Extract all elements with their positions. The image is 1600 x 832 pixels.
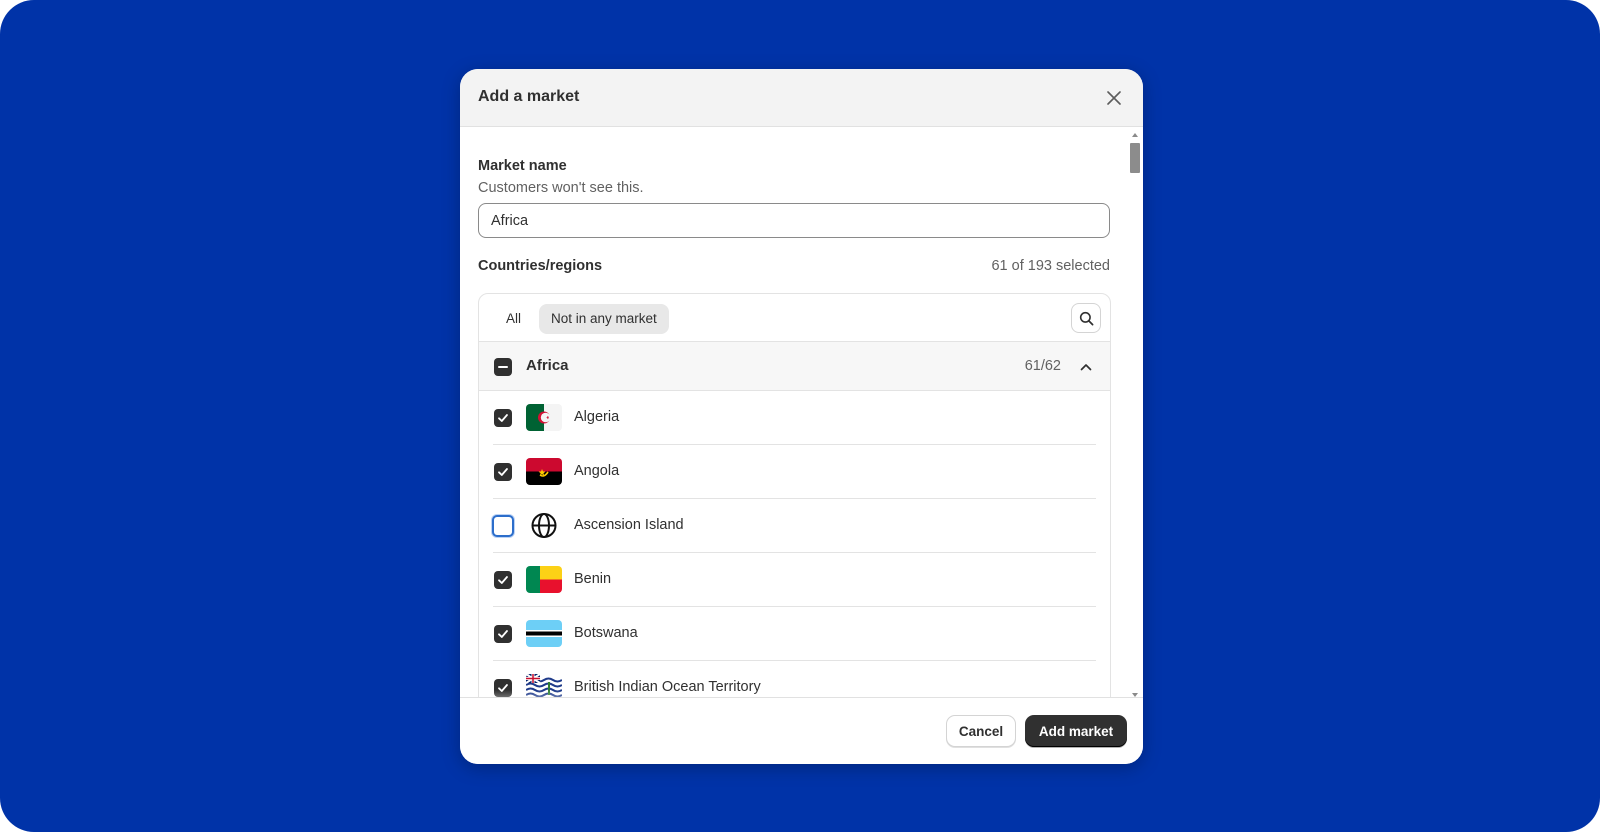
country-checkbox-checked[interactable]	[494, 463, 512, 481]
modal-footer: Cancel Add market	[460, 697, 1143, 764]
market-name-label: Market name	[478, 158, 567, 174]
search-button[interactable]	[1071, 303, 1101, 333]
checkmark-icon	[498, 414, 508, 422]
modal-title: Add a market	[478, 88, 580, 105]
selected-count: 61 of 193 selected	[991, 258, 1110, 274]
country-checkbox-checked[interactable]	[494, 625, 512, 643]
country-name: Angola	[574, 463, 620, 479]
close-icon	[1107, 91, 1121, 105]
country-row-ascension-island[interactable]: Ascension Island	[479, 499, 1096, 553]
market-name-input[interactable]	[478, 203, 1110, 238]
country-list: Algeria Angola Ascension Island Benin Bo…	[479, 391, 1110, 712]
indeterminate-dash-icon	[498, 366, 508, 368]
market-name-help-text: Customers won't see this.	[478, 180, 644, 196]
modal-header: Add a market	[460, 69, 1143, 127]
scroll-up-arrow-icon[interactable]	[1132, 133, 1138, 137]
group-name: Africa	[526, 357, 569, 374]
add-market-button[interactable]: Add market	[1025, 715, 1127, 747]
country-name: Ascension Island	[574, 517, 684, 533]
chevron-up-icon[interactable]	[1078, 359, 1094, 375]
angola-flag-icon	[526, 458, 562, 485]
country-name: Benin	[574, 571, 612, 587]
checkmark-icon	[498, 468, 508, 476]
filter-bar: All Not in any market	[479, 294, 1110, 342]
checkmark-icon	[498, 630, 508, 638]
search-icon	[1079, 311, 1093, 325]
checkmark-icon	[498, 576, 508, 584]
scroll-thumb[interactable]	[1130, 143, 1140, 173]
group-row-africa[interactable]: Africa 61/62	[479, 342, 1110, 391]
country-checkbox-checked[interactable]	[494, 571, 512, 589]
country-row-angola[interactable]: Angola	[479, 445, 1096, 499]
modal-scrollbar[interactable]	[1129, 131, 1141, 699]
country-name: Algeria	[574, 409, 620, 425]
background-canvas: Add a market Market name Customers won't…	[0, 0, 1600, 832]
cancel-button[interactable]: Cancel	[946, 715, 1016, 747]
country-checkbox-checked[interactable]	[494, 409, 512, 427]
algeria-flag-icon	[526, 404, 562, 431]
countries-regions-label: Countries/regions	[478, 258, 603, 274]
close-button[interactable]	[1101, 85, 1127, 111]
country-row-benin[interactable]: Benin	[479, 553, 1096, 607]
filter-tab-not-in-any-market[interactable]: Not in any market	[539, 304, 669, 334]
country-row-botswana[interactable]: Botswana	[479, 607, 1096, 661]
botswana-flag-icon	[526, 620, 562, 647]
country-checkbox-unchecked[interactable]	[492, 515, 514, 537]
globe-icon	[526, 512, 562, 539]
group-checkbox-indeterminate[interactable]	[494, 358, 512, 376]
country-row-algeria[interactable]: Algeria	[479, 391, 1096, 445]
filter-tab-all[interactable]: All	[494, 304, 533, 334]
group-count: 61/62	[1024, 358, 1061, 374]
country-name: Botswana	[574, 625, 638, 641]
countries-list-card: All Not in any market Africa 61/62 Alger…	[478, 293, 1111, 713]
benin-flag-icon	[526, 566, 562, 593]
add-market-modal: Add a market Market name Customers won't…	[460, 69, 1143, 764]
